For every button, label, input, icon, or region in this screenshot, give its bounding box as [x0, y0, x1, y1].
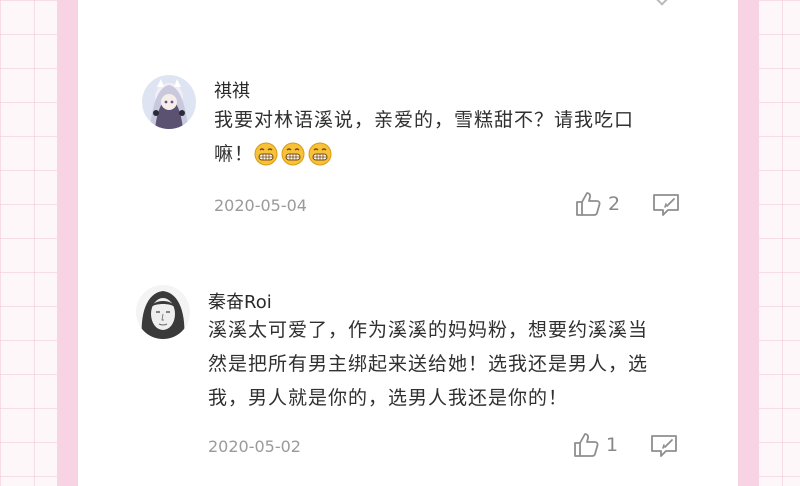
- reply-button[interactable]: [650, 433, 678, 463]
- grin-emoji-icon: [281, 142, 305, 165]
- comment-content: 溪溪太可爱了，作为溪溪的妈妈粉，想要约溪溪当 然是把所有男主绑起来送给她！选我还…: [208, 313, 648, 415]
- comment-line: 嘛！: [214, 137, 634, 172]
- comment-icon: [653, 194, 679, 216]
- comment-line: 溪溪太可爱了，作为溪溪的妈妈粉，想要约溪溪当: [208, 319, 649, 341]
- comment-line: 我要对林语溪说，亲爱的，雪糕甜不？请我吃口: [214, 109, 635, 131]
- comment-content: 我要对林语溪说，亲爱的，雪糕甜不？请我吃口 嘛！: [214, 103, 634, 172]
- comment-list: 祺祺 我要对林语溪说，亲爱的，雪糕甜不？请我吃口 嘛！ 2020-05-04 2: [78, 0, 738, 486]
- collapse-arrow-icon: [656, 0, 668, 6]
- thumbs-up-icon: [576, 192, 601, 216]
- like-button[interactable]: 1: [572, 431, 618, 459]
- emoji-row: [254, 138, 335, 172]
- thumbs-up-icon: [574, 433, 599, 457]
- sketch-portrait-avatar[interactable]: [136, 285, 190, 339]
- grin-emoji-icon: [254, 142, 278, 165]
- anime-girl-avatar[interactable]: [142, 75, 196, 129]
- like-count: 1: [606, 434, 619, 456]
- comment-username[interactable]: 秦奋Roi: [208, 288, 272, 314]
- comment-date: 2020-05-02: [208, 437, 301, 456]
- comment-line-text: 嘛！: [214, 143, 255, 165]
- grin-emoji-icon: [308, 142, 332, 165]
- comment-line: 我，男人就是你的，选男人我还是你的！: [208, 387, 569, 409]
- comment-icon: [651, 435, 677, 457]
- comment-line: 然是把所有男主绑起来送给她！选我还是男人，选: [208, 353, 649, 375]
- like-button[interactable]: 2: [574, 190, 620, 218]
- comment-username[interactable]: 祺祺: [214, 77, 250, 103]
- reply-button[interactable]: [652, 192, 680, 222]
- like-count: 2: [608, 193, 621, 215]
- comment-date: 2020-05-04: [214, 196, 307, 215]
